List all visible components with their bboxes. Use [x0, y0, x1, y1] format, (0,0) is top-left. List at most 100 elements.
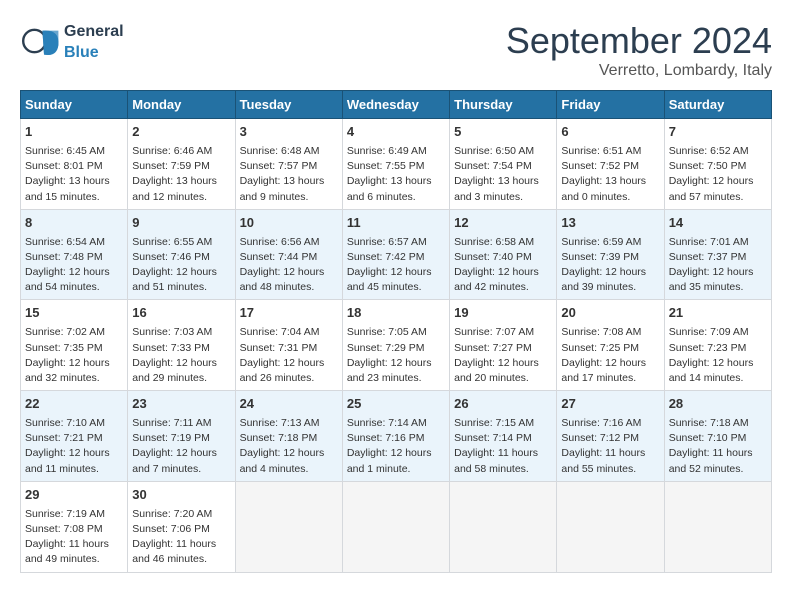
- day-info-line: Sunset: 7:50 PM: [669, 159, 767, 174]
- day-number: 24: [240, 395, 338, 414]
- day-info-line: Daylight: 13 hours: [240, 174, 338, 189]
- day-info-line: Sunrise: 7:01 AM: [669, 235, 767, 250]
- calendar-cell: 10Sunrise: 6:56 AMSunset: 7:44 PMDayligh…: [235, 209, 342, 300]
- day-number: 1: [25, 123, 123, 142]
- location-subtitle: Verretto, Lombardy, Italy: [506, 62, 772, 80]
- day-info-line: Sunrise: 6:50 AM: [454, 144, 552, 159]
- day-info-line: Daylight: 13 hours: [132, 174, 230, 189]
- day-info-line: Daylight: 12 hours: [669, 356, 767, 371]
- day-info-line: and 12 minutes.: [132, 190, 230, 205]
- day-info-line: Sunrise: 7:15 AM: [454, 416, 552, 431]
- day-info-line: and 14 minutes.: [669, 371, 767, 386]
- calendar-cell: 4Sunrise: 6:49 AMSunset: 7:55 PMDaylight…: [342, 119, 449, 210]
- calendar-cell: 3Sunrise: 6:48 AMSunset: 7:57 PMDaylight…: [235, 119, 342, 210]
- day-info-line: Sunset: 7:18 PM: [240, 431, 338, 446]
- calendar-cell: 28Sunrise: 7:18 AMSunset: 7:10 PMDayligh…: [664, 391, 771, 482]
- day-info-line: Sunset: 7:21 PM: [25, 431, 123, 446]
- weekday-header: Thursday: [450, 91, 557, 119]
- day-info-line: Sunrise: 7:04 AM: [240, 325, 338, 340]
- day-number: 22: [25, 395, 123, 414]
- calendar-cell: 13Sunrise: 6:59 AMSunset: 7:39 PMDayligh…: [557, 209, 664, 300]
- day-info-line: Daylight: 12 hours: [132, 265, 230, 280]
- day-info-line: Sunrise: 7:07 AM: [454, 325, 552, 340]
- day-info-line: and 54 minutes.: [25, 280, 123, 295]
- day-info-line: Sunset: 7:23 PM: [669, 341, 767, 356]
- logo-blue-text: Blue: [64, 44, 99, 61]
- day-info-line: Daylight: 12 hours: [347, 265, 445, 280]
- day-number: 30: [132, 486, 230, 505]
- day-info-line: Sunset: 7:46 PM: [132, 250, 230, 265]
- day-info-line: Sunrise: 7:09 AM: [669, 325, 767, 340]
- calendar-cell: 8Sunrise: 6:54 AMSunset: 7:48 PMDaylight…: [21, 209, 128, 300]
- day-number: 18: [347, 304, 445, 323]
- day-number: 5: [454, 123, 552, 142]
- day-info-line: Daylight: 12 hours: [132, 356, 230, 371]
- day-info-line: Daylight: 12 hours: [561, 356, 659, 371]
- day-info-line: Daylight: 12 hours: [240, 356, 338, 371]
- calendar-cell: 15Sunrise: 7:02 AMSunset: 7:35 PMDayligh…: [21, 300, 128, 391]
- calendar-cell: 24Sunrise: 7:13 AMSunset: 7:18 PMDayligh…: [235, 391, 342, 482]
- calendar-cell: 7Sunrise: 6:52 AMSunset: 7:50 PMDaylight…: [664, 119, 771, 210]
- day-info-line: and 52 minutes.: [669, 462, 767, 477]
- day-info-line: and 32 minutes.: [25, 371, 123, 386]
- day-info-line: Daylight: 11 hours: [669, 446, 767, 461]
- day-info-line: Daylight: 12 hours: [25, 446, 123, 461]
- day-info-line: and 3 minutes.: [454, 190, 552, 205]
- calendar-table: SundayMondayTuesdayWednesdayThursdayFrid…: [20, 90, 772, 573]
- day-info-line: and 15 minutes.: [25, 190, 123, 205]
- day-info-line: Sunset: 7:14 PM: [454, 431, 552, 446]
- day-info-line: Sunset: 7:48 PM: [25, 250, 123, 265]
- calendar-cell: 14Sunrise: 7:01 AMSunset: 7:37 PMDayligh…: [664, 209, 771, 300]
- day-number: 16: [132, 304, 230, 323]
- day-info-line: Sunset: 7:35 PM: [25, 341, 123, 356]
- day-info-line: Sunrise: 6:49 AM: [347, 144, 445, 159]
- calendar-cell: 5Sunrise: 6:50 AMSunset: 7:54 PMDaylight…: [450, 119, 557, 210]
- day-info-line: Daylight: 12 hours: [561, 265, 659, 280]
- calendar-cell: 20Sunrise: 7:08 AMSunset: 7:25 PMDayligh…: [557, 300, 664, 391]
- day-info-line: Daylight: 12 hours: [25, 265, 123, 280]
- day-info-line: and 29 minutes.: [132, 371, 230, 386]
- day-number: 27: [561, 395, 659, 414]
- day-info-line: and 42 minutes.: [454, 280, 552, 295]
- day-info-line: Daylight: 12 hours: [132, 446, 230, 461]
- day-number: 7: [669, 123, 767, 142]
- calendar-cell: 27Sunrise: 7:16 AMSunset: 7:12 PMDayligh…: [557, 391, 664, 482]
- day-info-line: Daylight: 11 hours: [561, 446, 659, 461]
- day-info-line: Sunset: 7:40 PM: [454, 250, 552, 265]
- logo: General Blue: [20, 20, 124, 62]
- day-number: 15: [25, 304, 123, 323]
- day-info-line: Daylight: 11 hours: [25, 537, 123, 552]
- calendar-cell: [664, 481, 771, 572]
- weekday-header: Sunday: [21, 91, 128, 119]
- day-info-line: Daylight: 12 hours: [454, 265, 552, 280]
- day-info-line: Sunset: 7:44 PM: [240, 250, 338, 265]
- day-number: 3: [240, 123, 338, 142]
- day-info-line: Sunrise: 6:48 AM: [240, 144, 338, 159]
- day-info-line: Sunrise: 7:20 AM: [132, 507, 230, 522]
- day-info-line: Sunrise: 7:14 AM: [347, 416, 445, 431]
- day-info-line: Sunrise: 6:56 AM: [240, 235, 338, 250]
- calendar-cell: 9Sunrise: 6:55 AMSunset: 7:46 PMDaylight…: [128, 209, 235, 300]
- day-number: 23: [132, 395, 230, 414]
- day-number: 26: [454, 395, 552, 414]
- day-info-line: and 0 minutes.: [561, 190, 659, 205]
- weekday-header: Monday: [128, 91, 235, 119]
- day-info-line: Sunset: 7:08 PM: [25, 522, 123, 537]
- day-info-line: and 48 minutes.: [240, 280, 338, 295]
- day-info-line: Daylight: 13 hours: [454, 174, 552, 189]
- day-number: 14: [669, 214, 767, 233]
- day-info-line: Sunset: 7:33 PM: [132, 341, 230, 356]
- day-info-line: and 58 minutes.: [454, 462, 552, 477]
- day-info-line: Sunrise: 6:58 AM: [454, 235, 552, 250]
- weekday-header: Wednesday: [342, 91, 449, 119]
- day-info-line: Sunrise: 7:10 AM: [25, 416, 123, 431]
- day-info-line: Sunrise: 7:19 AM: [25, 507, 123, 522]
- day-info-line: Daylight: 12 hours: [240, 265, 338, 280]
- day-info-line: Sunset: 7:37 PM: [669, 250, 767, 265]
- day-info-line: Sunset: 7:52 PM: [561, 159, 659, 174]
- day-info-line: and 11 minutes.: [25, 462, 123, 477]
- calendar-cell: [557, 481, 664, 572]
- calendar-cell: 29Sunrise: 7:19 AMSunset: 7:08 PMDayligh…: [21, 481, 128, 572]
- day-info-line: Daylight: 12 hours: [240, 446, 338, 461]
- calendar-cell: 11Sunrise: 6:57 AMSunset: 7:42 PMDayligh…: [342, 209, 449, 300]
